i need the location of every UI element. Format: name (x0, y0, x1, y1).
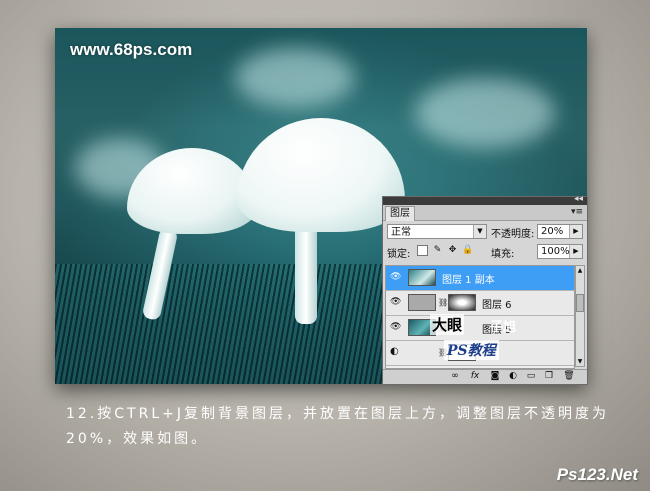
blend-mode-value: 正常 (391, 227, 411, 238)
watermark-text: PS教程 (444, 340, 499, 360)
site-watermark: www.68ps.com (70, 40, 193, 59)
layers-scrollbar[interactable]: ▲ ▼ (575, 265, 585, 367)
link-layers-icon[interactable]: ∞ (449, 371, 461, 382)
lock-label: 锁定: (387, 249, 411, 260)
scroll-down-icon[interactable]: ▼ (576, 357, 584, 366)
layer-row[interactable]: 👁 ⛓ 图层 6 (386, 291, 574, 316)
eye-icon[interactable]: 👁 (390, 297, 402, 307)
blend-mode-select[interactable]: 正常 ▼ (387, 224, 487, 239)
scroll-up-icon[interactable]: ▲ (576, 266, 584, 275)
layer-thumbnail (408, 294, 436, 311)
chain-icon[interactable]: ⛓ (438, 298, 448, 307)
chevron-right-icon[interactable]: ▶ (569, 245, 582, 258)
mushroom-cap-right (237, 118, 405, 232)
layer-thumbnail (408, 269, 436, 286)
caption: 12.按CTRL+J复制背景图层，并放置在图层上方，调整图层不透明度为 20%，… (66, 402, 646, 452)
collapse-icon[interactable]: ◂◂ (574, 194, 583, 204)
fill-input[interactable]: 100% ▶ (537, 244, 583, 259)
fx-icon[interactable]: fx (469, 371, 481, 382)
scroll-thumb[interactable] (576, 294, 584, 312)
opacity-value: 20% (541, 226, 564, 237)
trash-icon[interactable]: 🗑 (563, 371, 575, 382)
panel-titlebar[interactable]: ◂◂ (383, 194, 587, 205)
caption-line: 20%，效果如图。 (66, 431, 209, 447)
overlay-watermark: 大眼 子旭 PS教程 (430, 314, 530, 364)
adjustment-layer-icon[interactable]: ◐ (507, 371, 519, 382)
add-mask-icon[interactable]: ◙ (489, 371, 501, 382)
adjustment-icon[interactable]: ◐ (390, 347, 402, 357)
panel-menu-icon[interactable]: ▾≡ (571, 207, 583, 217)
tab-layers[interactable]: 图层 (385, 206, 415, 221)
lock-move-icon[interactable]: ✥ (447, 245, 458, 256)
lock-row: 锁定: ✎ ✥ 🔒 填充: 100% ▶ (387, 244, 583, 260)
watermark-text: 子旭 (490, 320, 517, 335)
layer-name[interactable]: 图层 6 (482, 296, 512, 311)
eye-icon[interactable]: 👁 (390, 322, 402, 332)
opacity-label: 不透明度: (491, 229, 535, 240)
mushroom-stem-right (295, 224, 317, 324)
eye-icon[interactable]: 👁 (390, 272, 402, 282)
caption-line: 12.按CTRL+J复制背景图层，并放置在图层上方，调整图层不透明度为 (66, 406, 609, 422)
panel-footer: ∞ fx ◙ ◐ ▭ ❐ 🗑 (383, 369, 587, 384)
fill-label: 填充: (491, 249, 515, 260)
lock-transparent-icon[interactable] (417, 245, 428, 256)
group-folder-icon[interactable]: ▭ (525, 371, 537, 382)
watermark-text: 大眼 (430, 314, 465, 335)
layer-name[interactable]: 图层 1 副本 (442, 271, 495, 286)
chevron-right-icon[interactable]: ▶ (569, 225, 582, 238)
layer-row[interactable]: 👁 图层 1 副本 (386, 266, 574, 291)
new-layer-icon[interactable]: ❐ (543, 371, 555, 382)
site-logo: Ps123.Net (556, 465, 638, 484)
lock-paint-icon[interactable]: ✎ (432, 245, 443, 256)
blend-row: 正常 ▼ 不透明度: 20% ▶ (387, 224, 583, 240)
lock-all-icon[interactable]: 🔒 (462, 245, 473, 256)
opacity-input[interactable]: 20% ▶ (537, 224, 583, 239)
chevron-down-icon: ▼ (473, 225, 486, 238)
fill-value: 100% (541, 246, 570, 257)
panel-tabs: 图层 ▾≡ (383, 205, 587, 221)
mask-thumbnail (448, 294, 476, 311)
